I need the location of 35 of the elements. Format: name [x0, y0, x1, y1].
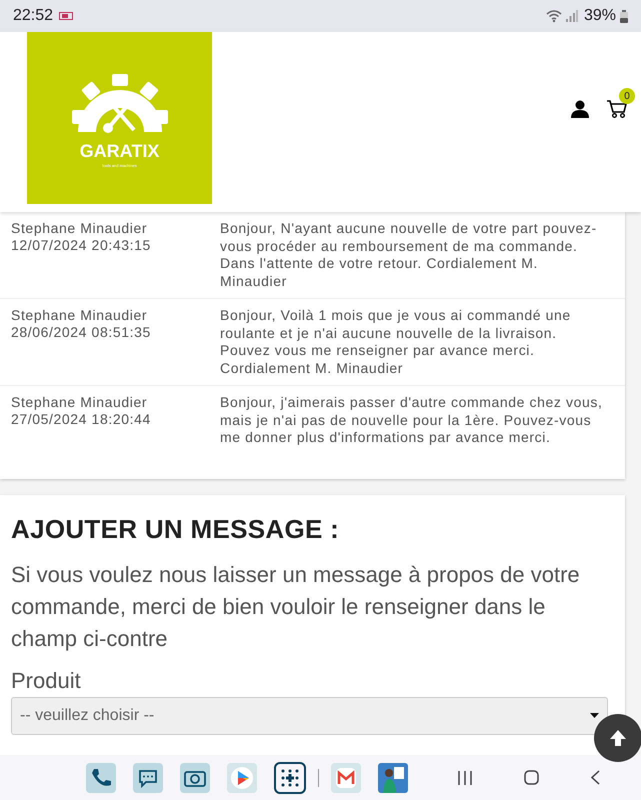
wifi-icon — [546, 9, 562, 23]
home-icon[interactable] — [524, 770, 539, 785]
back-icon[interactable] — [591, 770, 600, 785]
mail-app-icon[interactable] — [331, 762, 361, 792]
message-author: Stephane Minaudier — [11, 394, 148, 411]
caret-icon — [590, 713, 599, 718]
battery-saver-icon — [59, 12, 74, 20]
message-date: 27/05/2024 18:20:44 — [11, 411, 151, 428]
battery-percent: 39% — [584, 6, 616, 26]
message-author: Stephane Minaudier — [11, 220, 148, 237]
message-text: Bonjour, j'aimerais passer d'autre commande chez vous, mais je n'ai pas de nouvelle pour la 1ère. Pouvez-vous me donner plus d'informations par avance merci. — [220, 394, 604, 446]
camera-app-icon[interactable] — [180, 762, 210, 792]
user-icon[interactable] — [571, 100, 589, 118]
app-grid-icon[interactable] — [274, 762, 306, 794]
product-label: Produit — [11, 666, 82, 694]
cart-count-badge: 0 — [619, 88, 635, 104]
message-author: Stephane Minaudier — [11, 307, 148, 324]
section-title: AJOUTER UN MESSAGE : — [11, 512, 340, 546]
signal-icon — [566, 10, 578, 22]
cart-icon[interactable] — [607, 100, 627, 118]
message-text: Bonjour, Voilà 1 mois que je vous ai commandé une roulante et je n'ai aucune nouvelle de la livraison. Pouvez vous me renseigner par avance merci. Cordialement M. Minaudier — [220, 307, 572, 377]
message-date: 12/07/2024 20:43:15 — [11, 237, 151, 254]
battery-icon — [620, 10, 628, 22]
phone-app-icon[interactable] — [86, 762, 116, 792]
recent-apps-icon[interactable] — [458, 770, 472, 784]
play-store-app-icon[interactable] — [227, 762, 257, 792]
intro-text: Si vous voulez nous laisser un message à propos de votre commande, merci de bien vouloir le renseigner dans le champ ci-contre — [11, 560, 581, 653]
arrow-up-icon — [609, 729, 627, 747]
messages-app-icon[interactable] — [133, 762, 163, 792]
product-select[interactable]: -- veuillez choisir -- — [11, 696, 608, 734]
game-app-icon[interactable] — [378, 762, 408, 792]
status-time: 22:52 — [13, 6, 54, 26]
logo-name: GARATIX — [80, 142, 160, 160]
message-date: 28/06/2024 08:51:35 — [11, 324, 151, 341]
message-text: Bonjour, N'ayant aucune nouvelle de votre part pouvez-vous procéder au remboursement de ma commande. Dans l'attente de votre retour. Cordialement M. Minaudier — [220, 220, 598, 290]
